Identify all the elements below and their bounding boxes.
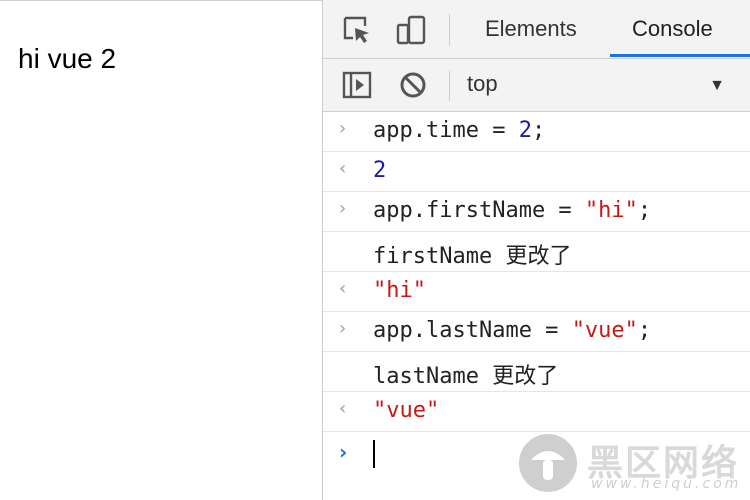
code-token: ; <box>637 198 652 223</box>
show-sidebar-icon[interactable] <box>341 69 373 101</box>
console-row-input: › app.lastName = "vue"; <box>323 312 750 352</box>
console-row-input: › app.firstName = "hi"; <box>323 192 750 232</box>
tab-console[interactable]: Console <box>632 16 713 42</box>
context-select[interactable]: top ▼ <box>467 71 747 101</box>
page-viewport: hi vue 2 <box>0 0 322 500</box>
clear-console-icon[interactable] <box>397 69 429 101</box>
devtools-tabbar: Elements Console <box>323 0 750 59</box>
active-tab-indicator <box>610 54 750 57</box>
code-token: "hi" <box>373 278 426 303</box>
console-row-text: lastName 更改了 <box>373 358 558 390</box>
console-row-text: firstName 更改了 <box>373 238 571 270</box>
input-chevron-icon: › <box>339 118 347 139</box>
code-token: lastName 更改了 <box>373 364 559 389</box>
input-chevron-icon: › <box>339 198 347 219</box>
console-row-output: ‹ "hi" <box>323 272 750 312</box>
dropdown-arrow-icon: ▼ <box>709 77 725 94</box>
console-row-log: lastName 更改了 <box>323 352 750 392</box>
console-output: › app.time = 2; ‹ 2 › app.firstName = "hi"; fi… <box>323 112 750 476</box>
console-row-output: ‹ "vue" <box>323 392 750 432</box>
code-token: app.firstName = <box>373 198 585 223</box>
inspect-element-icon[interactable] <box>341 14 373 46</box>
console-row-text[interactable]: 2 <box>373 158 386 183</box>
console-row-text[interactable]: "vue" <box>373 398 439 423</box>
context-label: top <box>467 71 498 96</box>
console-row-text: app.lastName = "vue"; <box>373 318 651 343</box>
code-token: 2 <box>373 158 387 183</box>
console-toolbar: top ▼ <box>323 59 750 112</box>
code-token: app.time = <box>373 118 519 143</box>
code-token: firstName 更改了 <box>373 244 572 269</box>
page-text: hi vue 2 <box>18 43 117 74</box>
console-row-output: ‹ 2 <box>323 152 750 192</box>
result-chevron-icon: ‹ <box>339 158 347 179</box>
tab-separator <box>449 14 450 46</box>
code-token: "vue" <box>373 398 440 423</box>
code-token: ; <box>531 118 546 143</box>
console-row-text: app.firstName = "hi"; <box>373 198 651 223</box>
console-row-text: app.time = 2; <box>373 118 545 143</box>
console-row-input: › app.time = 2; <box>323 112 750 152</box>
toolbar-separator <box>449 71 450 101</box>
code-token: "hi" <box>584 198 638 223</box>
tab-elements[interactable]: Elements <box>485 16 577 42</box>
console-row-text[interactable]: "hi" <box>373 278 426 303</box>
text-caret <box>373 440 375 468</box>
code-token: ; <box>637 318 652 343</box>
console-row-log: firstName 更改了 <box>323 232 750 272</box>
watermark-url: www.heiqu.com <box>591 476 742 492</box>
prompt-chevron-icon: › <box>339 440 348 464</box>
device-toolbar-icon[interactable] <box>395 14 427 46</box>
devtools-panel: Elements Console top ▼ › app.time = 2; ‹ 2 ›… <box>322 0 750 500</box>
result-chevron-icon: ‹ <box>339 278 347 299</box>
code-token: "vue" <box>571 318 638 343</box>
watermark: 黑区网络 www.heiqu.com <box>515 430 750 500</box>
code-token: app.lastName = <box>373 318 572 343</box>
watermark-logo-icon <box>519 434 577 492</box>
code-token: 2 <box>518 118 532 143</box>
result-chevron-icon: ‹ <box>339 398 347 419</box>
input-chevron-icon: › <box>339 318 347 339</box>
